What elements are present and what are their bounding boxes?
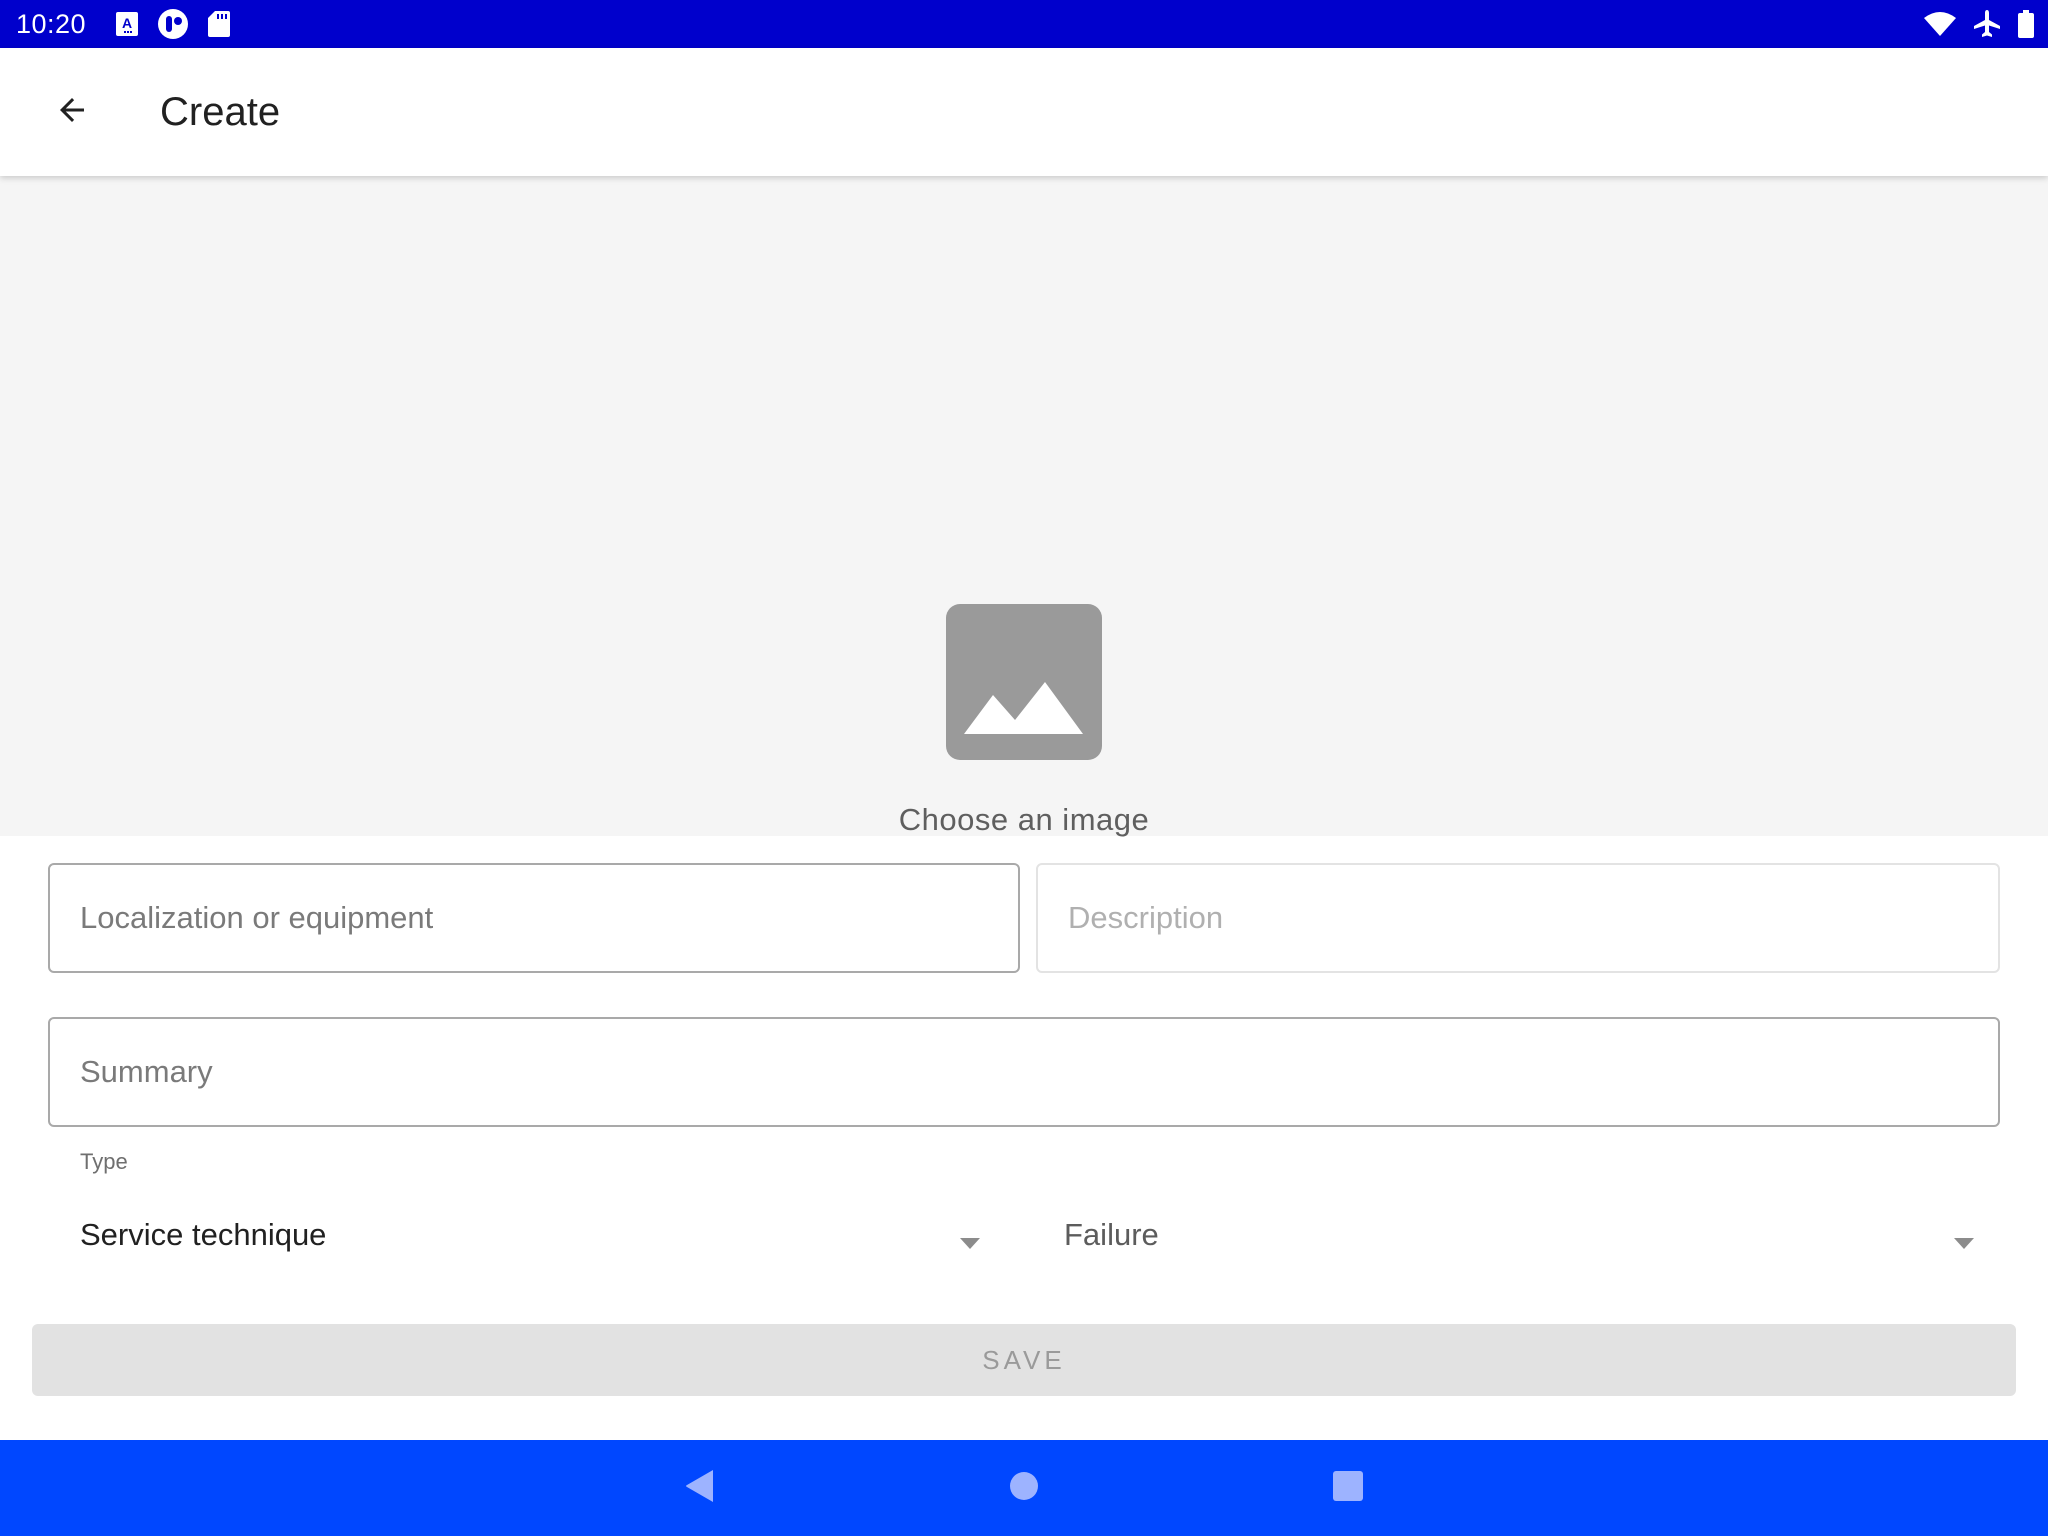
font-download-icon: A <box>116 12 139 36</box>
page-title: Create <box>160 90 281 134</box>
app-bar: Create <box>0 48 2048 176</box>
description-input[interactable] <box>1038 865 1998 971</box>
type-dropdown[interactable]: Service technique <box>80 1200 980 1270</box>
wifi-icon <box>1924 12 1956 36</box>
type-label: Type <box>80 1149 128 1174</box>
back-triangle-icon <box>685 1469 715 1508</box>
arrow-left-icon <box>54 92 90 133</box>
category-dropdown[interactable]: Failure <box>1064 1200 1974 1270</box>
svg-text:A: A <box>122 15 132 31</box>
dropdown-arrow-icon <box>1954 1238 1974 1249</box>
navigation-bar <box>0 1440 2048 1536</box>
description-field[interactable] <box>1036 863 2000 973</box>
status-bar: 10:20 A <box>0 0 2048 48</box>
app-notification-icon <box>158 9 189 39</box>
nav-recents-button[interactable] <box>1324 1464 1372 1512</box>
image-picker[interactable]: Choose an image <box>0 176 2048 837</box>
image-placeholder-icon <box>946 604 1102 760</box>
battery-icon <box>2018 10 2034 38</box>
nav-home-button[interactable] <box>1000 1464 1048 1512</box>
type-dropdown-value: Service technique <box>80 1217 327 1252</box>
home-circle-icon <box>1009 1471 1039 1506</box>
sd-card-icon <box>208 11 231 37</box>
choose-image-label: Choose an image <box>898 802 1150 837</box>
summary-input[interactable] <box>50 1019 1998 1125</box>
category-dropdown-value: Failure <box>1064 1217 1159 1252</box>
dropdown-arrow-icon <box>960 1238 980 1249</box>
clock: 10:20 <box>16 8 87 39</box>
summary-field[interactable] <box>48 1017 2000 1127</box>
back-button[interactable] <box>40 80 104 144</box>
save-button[interactable]: SAVE <box>32 1324 2016 1396</box>
localization-input[interactable] <box>50 865 1018 971</box>
recents-square-icon <box>1333 1470 1363 1506</box>
localization-field[interactable] <box>48 863 1020 973</box>
nav-back-button[interactable] <box>676 1464 724 1512</box>
airplane-mode-icon <box>1974 10 2000 38</box>
